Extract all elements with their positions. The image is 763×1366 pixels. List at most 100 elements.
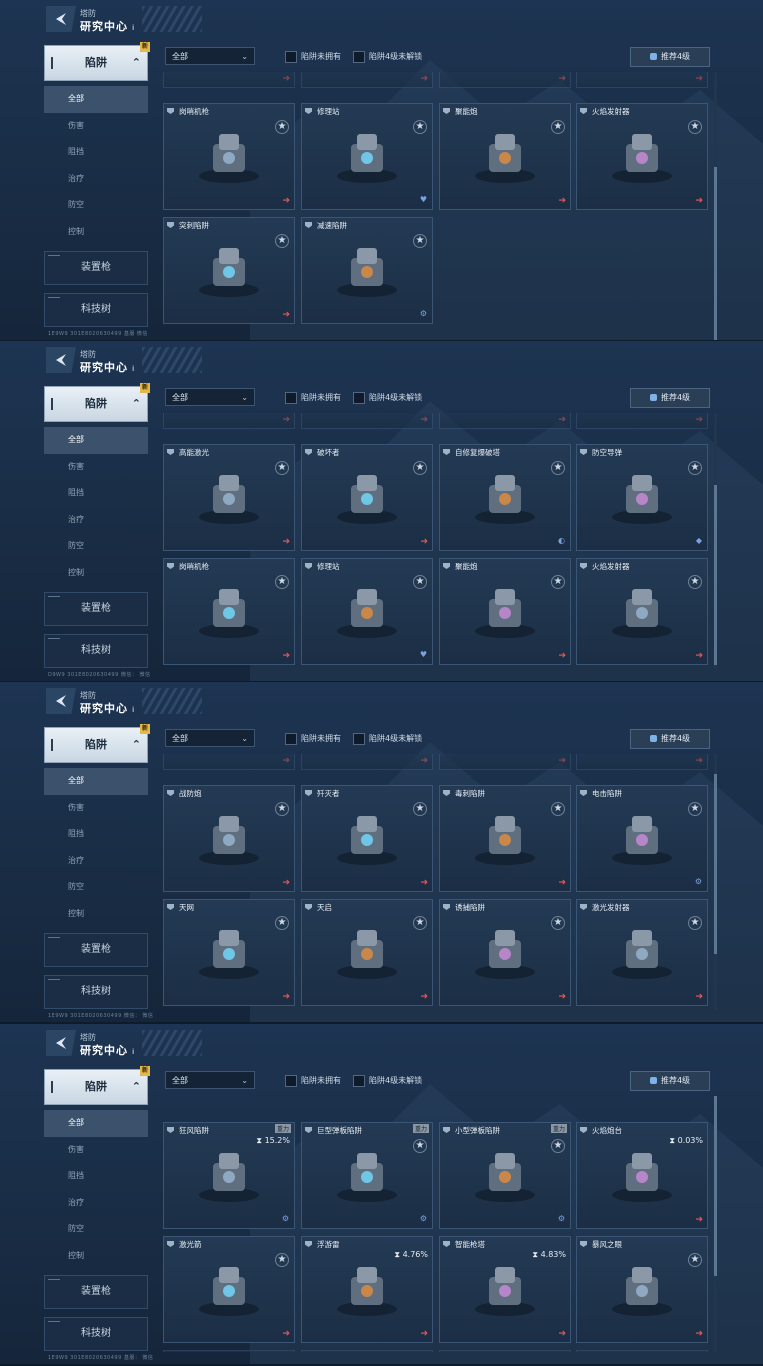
trap-card[interactable]: 巨型弹板陷阱 重力 ★ ⚙ [301, 1122, 433, 1229]
subcategory-item[interactable]: 全部 [44, 768, 148, 795]
subcategory-item[interactable]: 伤害 [44, 795, 148, 822]
trap-card[interactable]: 聚能炮 ★ ➔ [439, 558, 571, 665]
subcategory-item[interactable]: 控制 [44, 219, 148, 246]
trap-card-partial[interactable]: ➔ [576, 413, 708, 429]
recommend-button[interactable]: 推荐4级 [630, 1071, 710, 1091]
subcategory-item[interactable]: 阻挡 [44, 821, 148, 848]
subcategory-item[interactable]: 防空 [44, 1216, 148, 1243]
trap-card-partial[interactable]: 歼灭者 [301, 1350, 433, 1352]
lvl4-checkbox[interactable]: 陷阱4级未解锁 [353, 733, 422, 745]
scrollbar-thumb[interactable] [714, 167, 717, 340]
back-button[interactable] [46, 688, 76, 714]
trap-card[interactable]: 修理站 ★ ♥ [301, 103, 433, 210]
trap-card[interactable]: 突刺陷阱 ★ ➔ [163, 217, 295, 324]
checkbox-box[interactable] [353, 392, 365, 404]
trap-card-partial[interactable]: ➔ [163, 413, 295, 429]
checkbox-box[interactable] [285, 733, 297, 745]
scrollbar-thumb[interactable] [714, 485, 717, 665]
trap-card[interactable]: 火焰发射器 ★ ➔ [576, 558, 708, 665]
subcategory-item[interactable]: 阻挡 [44, 480, 148, 507]
scrollbar[interactable] [714, 413, 717, 669]
trap-card[interactable]: 修理站 ★ ♥ [301, 558, 433, 665]
scrollbar[interactable] [714, 754, 717, 1010]
subcategory-item[interactable]: 防空 [44, 192, 148, 219]
back-button[interactable] [46, 6, 76, 32]
info-icon[interactable]: i [132, 24, 135, 32]
subcategory-item[interactable]: 全部 [44, 1110, 148, 1137]
trap-card[interactable]: 天启 ★ ➔ [301, 899, 433, 1006]
subcategory-item[interactable]: 治疗 [44, 848, 148, 875]
subcategory-item[interactable]: 阻挡 [44, 1163, 148, 1190]
trap-card[interactable]: 岗哨机枪 ★ ➔ [163, 103, 295, 210]
trap-card[interactable]: 火焰炮台 ⧗ 0.03% ➔ [576, 1122, 708, 1229]
section-gun-button[interactable]: 装置枪 [44, 1275, 148, 1309]
filter-dropdown[interactable]: 全部 ⌄ [165, 1071, 255, 1089]
trap-card[interactable]: 暴风之眼 ★ ➔ [576, 1236, 708, 1343]
subcategory-item[interactable]: 伤害 [44, 113, 148, 140]
subcategory-item[interactable]: 防空 [44, 874, 148, 901]
unowned-checkbox[interactable]: 陷阱未拥有 [285, 1075, 341, 1087]
trap-card[interactable]: 破坏者 ★ ➔ [301, 444, 433, 551]
trap-card-partial[interactable]: ➔ [576, 754, 708, 770]
trap-card[interactable]: 防空导弹 ★ ◆ [576, 444, 708, 551]
checkbox-box[interactable] [353, 51, 365, 63]
info-icon[interactable]: i [132, 706, 135, 714]
trap-card[interactable]: 毒刺陷阱 ★ ➔ [439, 785, 571, 892]
trap-card[interactable]: 浮游雷 ⧗ 4.76% ➔ [301, 1236, 433, 1343]
trap-card[interactable]: 战防炮 ★ ➔ [163, 785, 295, 892]
info-icon[interactable]: i [132, 1048, 135, 1056]
category-trap-button[interactable]: 陷阱 ⌃ 新 [44, 42, 150, 81]
subcategory-item[interactable]: 阻挡 [44, 139, 148, 166]
subcategory-item[interactable]: 全部 [44, 427, 148, 454]
trap-card-partial[interactable]: 毒刺陷阱 [439, 1350, 571, 1352]
checkbox-box[interactable] [285, 51, 297, 63]
checkbox-box[interactable] [285, 392, 297, 404]
trap-card[interactable]: 电击陷阱 ★ ⚙ [576, 785, 708, 892]
category-trap-button[interactable]: 陷阱 ⌃ 新 [44, 724, 150, 763]
subcategory-item[interactable]: 防空 [44, 533, 148, 560]
subcategory-item[interactable]: 伤害 [44, 454, 148, 481]
trap-card[interactable]: 减速陷阱 ★ ⚙ [301, 217, 433, 324]
checkbox-box[interactable] [285, 1075, 297, 1087]
trap-card[interactable]: 激光发射器 ★ ➔ [576, 899, 708, 1006]
trap-card[interactable]: 岗哨机枪 ★ ➔ [163, 558, 295, 665]
trap-card[interactable]: 歼灭者 ★ ➔ [301, 785, 433, 892]
back-button[interactable] [46, 347, 76, 373]
trap-card-partial[interactable]: ➔ [163, 754, 295, 770]
recommend-button[interactable]: 推荐4级 [630, 388, 710, 408]
subcategory-item[interactable]: 伤害 [44, 1137, 148, 1164]
section-gun-button[interactable]: 装置枪 [44, 933, 148, 967]
subcategory-item[interactable]: 控制 [44, 1243, 148, 1270]
recommend-button[interactable]: 推荐4级 [630, 47, 710, 67]
recommend-button[interactable]: 推荐4级 [630, 729, 710, 749]
trap-card[interactable]: 自修复爆破塔 ★ ◐ [439, 444, 571, 551]
filter-dropdown[interactable]: 全部 ⌄ [165, 388, 255, 406]
trap-card[interactable]: 火焰发射器 ★ ➔ [576, 103, 708, 210]
subcategory-item[interactable]: 治疗 [44, 166, 148, 193]
trap-card[interactable]: 天网 ★ ➔ [163, 899, 295, 1006]
trap-card-partial[interactable]: 战防炮 [163, 1350, 295, 1352]
unowned-checkbox[interactable]: 陷阱未拥有 [285, 392, 341, 404]
scrollbar[interactable] [714, 72, 717, 340]
scrollbar[interactable] [714, 1096, 717, 1352]
subcategory-item[interactable]: 治疗 [44, 1190, 148, 1217]
category-trap-button[interactable]: 陷阱 ⌃ 新 [44, 383, 150, 422]
trap-card-partial[interactable]: ➔ [301, 754, 433, 770]
lvl4-checkbox[interactable]: 陷阱4级未解锁 [353, 1075, 422, 1087]
trap-card-partial[interactable]: 电击陷阱 [576, 1350, 708, 1352]
trap-card[interactable]: 聚能炮 ★ ➔ [439, 103, 571, 210]
trap-card-partial[interactable]: ➔ [163, 72, 295, 88]
unowned-checkbox[interactable]: 陷阱未拥有 [285, 51, 341, 63]
info-icon[interactable]: i [132, 365, 135, 373]
section-techtree-button[interactable]: 科技树 [44, 975, 148, 1009]
trap-card[interactable]: 小型弹板陷阱 重力 ★ ⚙ [439, 1122, 571, 1229]
subcategory-item[interactable]: 治疗 [44, 507, 148, 534]
section-techtree-button[interactable]: 科技树 [44, 634, 148, 668]
trap-card[interactable]: 狂风陷阱 重力 ⧗ 15.2% ⚙ [163, 1122, 295, 1229]
section-gun-button[interactable]: 装置枪 [44, 592, 148, 626]
trap-card[interactable]: 高能激光 ★ ➔ [163, 444, 295, 551]
trap-card-partial[interactable]: ➔ [439, 413, 571, 429]
filter-dropdown[interactable]: 全部 ⌄ [165, 47, 255, 65]
trap-card-partial[interactable]: ➔ [301, 413, 433, 429]
trap-card-partial[interactable]: ➔ [439, 72, 571, 88]
